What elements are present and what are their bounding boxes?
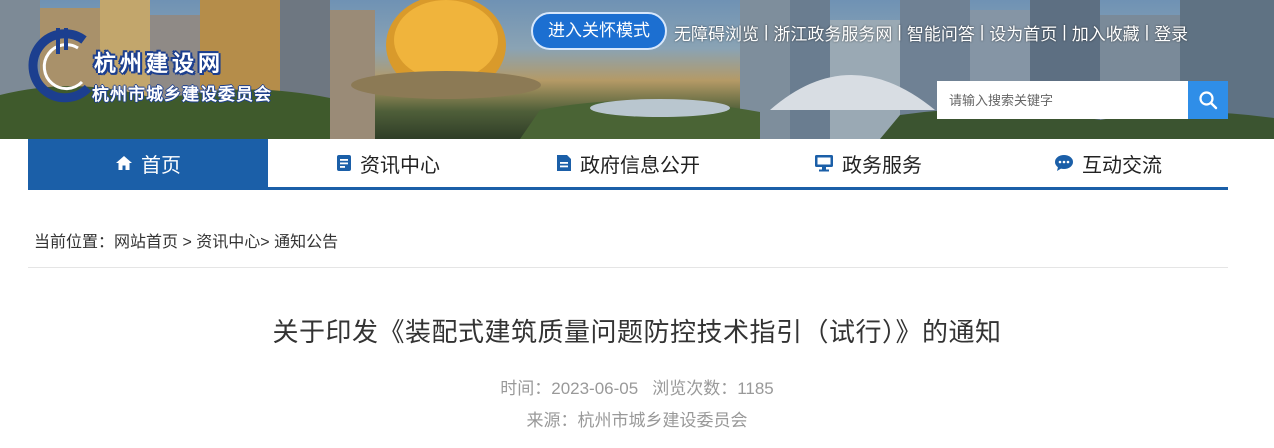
nav-item-label: 互动交流 bbox=[1082, 154, 1162, 177]
nav-item-label: 政府信息公开 bbox=[580, 154, 700, 177]
header-banner: 杭州建设网 杭州市城乡建设委员会 进入关怀模式 无障碍浏览 | 浙江政务服务网 … bbox=[0, 0, 1274, 139]
link-separator: | bbox=[897, 22, 902, 41]
set-homepage-link[interactable]: 设为首页 bbox=[989, 20, 1057, 45]
source-label: 来源： bbox=[526, 411, 578, 430]
nav-item-gov-info[interactable]: 政府信息公开 bbox=[508, 139, 748, 187]
zhejiang-gov-service-link[interactable]: 浙江政务服务网 bbox=[773, 20, 892, 45]
breadcrumb-separator: > bbox=[260, 234, 275, 251]
publish-date: 2023-06-05 bbox=[551, 379, 639, 398]
monitor-icon bbox=[814, 154, 834, 172]
logo-emblem-icon bbox=[28, 28, 92, 103]
document-icon bbox=[336, 154, 352, 172]
top-links: 无障碍浏览 | 浙江政务服务网 | 智能问答 | 设为首页 | 加入收藏 | 登… bbox=[674, 19, 1188, 45]
link-separator: | bbox=[979, 22, 985, 41]
login-link[interactable]: 登录 bbox=[1154, 20, 1188, 45]
search-box bbox=[937, 81, 1228, 119]
search-button[interactable] bbox=[1188, 81, 1228, 119]
accessibility-link[interactable]: 无障碍浏览 bbox=[674, 20, 759, 45]
site-logo[interactable]: 杭州建设网 杭州市城乡建设委员会 bbox=[26, 26, 306, 106]
article-title: 关于印发《装配式建筑质量问题防控技术指引（试行）》的通知 bbox=[272, 317, 1002, 347]
logo-title: 杭州建设网 bbox=[94, 51, 225, 77]
nav-item-home[interactable]: 首页 bbox=[28, 139, 268, 187]
link-separator: | bbox=[1144, 22, 1150, 41]
home-icon bbox=[115, 154, 133, 172]
article-source: 来源：杭州市城乡建设委员会 bbox=[0, 406, 1274, 431]
link-separator: | bbox=[1062, 22, 1067, 41]
view-count: 1185 bbox=[737, 379, 774, 398]
nav-item-news-center[interactable]: 资讯中心 bbox=[268, 139, 508, 187]
search-input[interactable] bbox=[937, 81, 1188, 119]
add-favorite-link[interactable]: 加入收藏 bbox=[1072, 20, 1140, 45]
source-name: 杭州市城乡建设委员会 bbox=[577, 411, 748, 430]
breadcrumb-home-link[interactable]: 网站首页 bbox=[114, 228, 178, 252]
breadcrumb-separator: > bbox=[178, 234, 197, 251]
main-nav: 首页 资讯中心 政府信息公开 政务服务 互动交流 bbox=[28, 139, 1228, 190]
nav-item-interaction[interactable]: 互动交流 bbox=[988, 139, 1228, 187]
breadcrumb-notices-link[interactable]: 通知公告 bbox=[274, 228, 338, 252]
nav-item-label: 政务服务 bbox=[842, 154, 922, 177]
publish-date-label: 时间： bbox=[500, 379, 552, 398]
nav-item-label: 首页 bbox=[141, 154, 181, 177]
care-mode-button[interactable]: 进入关怀模式 bbox=[531, 12, 667, 50]
smart-qa-link[interactable]: 智能问答 bbox=[907, 20, 975, 45]
search-icon bbox=[1199, 91, 1218, 110]
file-icon bbox=[556, 154, 572, 172]
nav-item-gov-services[interactable]: 政务服务 bbox=[748, 139, 988, 187]
link-separator: | bbox=[764, 22, 769, 41]
logo-subtitle: 杭州市城乡建设委员会 bbox=[92, 85, 272, 105]
nav-item-label: 资讯中心 bbox=[360, 154, 440, 177]
article-meta: 时间：2023-06-05 浏览次数：1185 bbox=[0, 374, 1274, 399]
breadcrumb: 当前位置：网站首页 > 资讯中心> 通知公告 bbox=[28, 228, 1228, 268]
view-count-label: 浏览次数： bbox=[652, 379, 738, 398]
breadcrumb-news-center-link[interactable]: 资讯中心 bbox=[196, 228, 260, 252]
chat-icon bbox=[1054, 154, 1074, 172]
breadcrumb-prefix: 当前位置： bbox=[34, 234, 115, 251]
